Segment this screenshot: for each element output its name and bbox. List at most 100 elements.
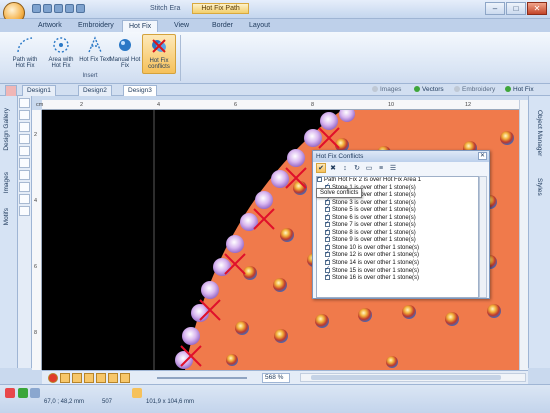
stop-icon[interactable] [48,373,58,383]
checkbox[interactable] [325,273,330,281]
move-stone-icon[interactable]: ↕ [340,163,350,173]
list-item[interactable]: Stone 7 is over other 1 stone(s) [317,220,478,230]
images-tab[interactable]: Images [3,172,10,193]
checkbox[interactable] [325,228,330,235]
object-manager-tab[interactable]: Object Manager [536,110,543,156]
view-vectors-toggle[interactable]: Vectors [414,85,444,95]
tab-view[interactable]: View [168,20,195,32]
checkbox[interactable] [325,243,330,250]
motifs-tab[interactable]: Motifs [3,208,10,225]
list-item[interactable]: Stone 14 is over other 1 stone(s) [317,258,478,268]
styles-tab[interactable]: Styles [536,178,543,196]
path-with-hot-fix-button[interactable]: Path with Hot Fix [8,34,42,74]
select-tool[interactable] [19,98,30,108]
hot-fix-text-button[interactable]: Hot Fix Text [78,34,112,74]
measure-tool[interactable] [19,194,30,204]
list-item[interactable]: Stone 12 is over other 1 stone(s) [317,250,478,260]
row-label: Stone 16 is over other 1 stone(s) [332,275,420,282]
settings-icon[interactable]: ≡ [376,163,386,173]
view-hot-fix-toggle[interactable]: Hot Fix [505,85,534,95]
vertical-scrollbar[interactable] [519,100,528,370]
tab-artwork[interactable]: Artwork [32,20,68,32]
options-icon[interactable]: ☰ [388,163,398,173]
solve-conflicts-icon[interactable]: ✔ [316,163,326,173]
save-icon[interactable] [54,4,63,13]
tab-embroidery[interactable]: Embroidery [72,20,120,32]
scroll-thumb[interactable] [311,375,501,380]
doc-tab-design2[interactable]: Design2 [78,85,112,96]
row-label: Stone 14 is over other 1 stone(s) [332,260,420,267]
title-bar: Stitch Era Hot Fix Path – □ ✕ [0,0,550,24]
toggle-dot [505,86,511,92]
list-item[interactable]: Stone 9 is over other 1 stone(s) [317,235,478,245]
view-embroidery-toggle[interactable]: Embroidery [454,85,495,95]
hot-fix-conflicts-button[interactable]: Hot Fix conflicts [142,34,176,74]
manual-hot-fix-button[interactable]: Manual Hot Fix [108,34,142,74]
list-item[interactable]: Stone 5 is over other 1 stone(s) [317,205,478,215]
checkbox[interactable] [325,198,330,205]
area-with-hot-fix-button[interactable]: Area with Hot Fix [44,34,78,74]
checkbox[interactable] [325,205,330,213]
list-item[interactable]: Path Hot Fix 2 is over Hot Fix Area 1 [317,177,478,185]
maximize-button[interactable]: □ [506,2,526,15]
doc-tab-design1[interactable]: Design1 [22,85,56,96]
checkbox[interactable] [325,266,330,273]
open-icon[interactable] [43,4,52,13]
zoom-in-icon[interactable] [120,373,130,383]
select-icon[interactable]: ▭ [364,163,374,173]
group-label-insert: Insert [82,73,98,79]
pen-tool[interactable] [19,134,30,144]
ruler-tick: 6 [234,102,238,108]
list-item[interactable]: Stone 15 is over other 1 stone(s) [317,266,478,276]
play-icon[interactable] [60,373,70,383]
checkbox[interactable] [325,250,330,258]
refresh-icon[interactable]: ↻ [352,163,362,173]
text-tool[interactable] [19,158,30,168]
zoom-out-icon[interactable] [108,373,118,383]
document-tabs: Design1 Design2 Design3 Images Vectors E… [0,84,550,96]
row-label: Stone 12 is over other 1 stone(s) [332,252,420,259]
print-icon[interactable] [96,373,106,383]
list-item[interactable]: Stone 16 is over other 1 stone(s) [317,273,478,283]
tab-border[interactable]: Border [206,20,239,32]
zoom-tool[interactable] [19,122,30,132]
design-gallery-tab[interactable]: Design Gallery [3,108,10,151]
tab-layout[interactable]: Layout [243,20,276,32]
eraser-tool[interactable] [19,182,30,192]
window-title: Stitch Era Hot Fix Path [150,3,249,14]
zoom-level[interactable]: 568 % [262,373,290,383]
minimize-button[interactable]: – [485,2,505,15]
list-item[interactable]: Stone 8 is over other 1 stone(s) [317,228,478,238]
doc-tab-design3[interactable]: Design3 [123,85,157,96]
undo-icon[interactable] [65,4,74,13]
checkbox[interactable] [325,235,330,243]
list-scrollbar[interactable] [479,176,487,298]
panel-close-button[interactable]: ✕ [478,152,487,160]
list-item[interactable]: Stone 3 is over other 1 stone(s) [317,198,478,208]
grid-icon[interactable] [84,373,94,383]
new-icon[interactable] [32,4,41,13]
close-button[interactable]: ✕ [527,2,547,15]
button-label: Area with Hot Fix [48,57,74,69]
checkbox[interactable] [325,220,330,228]
view-label: Embroidery [462,86,496,93]
checkbox[interactable] [317,177,322,183]
checkbox[interactable] [325,213,330,220]
redo-icon[interactable] [76,4,85,13]
list-item[interactable]: Stone 6 is over other 1 stone(s) [317,213,478,223]
zoom-slider[interactable] [157,377,247,379]
tab-hot-fix[interactable]: Hot Fix [122,20,159,32]
toolbox [18,96,32,368]
home-tab-icon[interactable] [5,85,17,96]
checkbox[interactable] [325,258,330,266]
list-item[interactable]: Stone 10 is over other 1 stone(s) [317,243,478,253]
delete-stone-icon[interactable]: ✖ [328,163,338,173]
horizontal-scrollbar[interactable] [300,373,526,382]
shape-tool[interactable] [19,146,30,156]
node-tool[interactable] [19,110,30,120]
color-tool[interactable] [19,206,30,216]
view-images-toggle[interactable]: Images [372,85,401,95]
fill-tool[interactable] [19,170,30,180]
row-label: Stone 6 is over other 1 stone(s) [332,214,416,221]
hoop-icon[interactable] [72,373,82,383]
